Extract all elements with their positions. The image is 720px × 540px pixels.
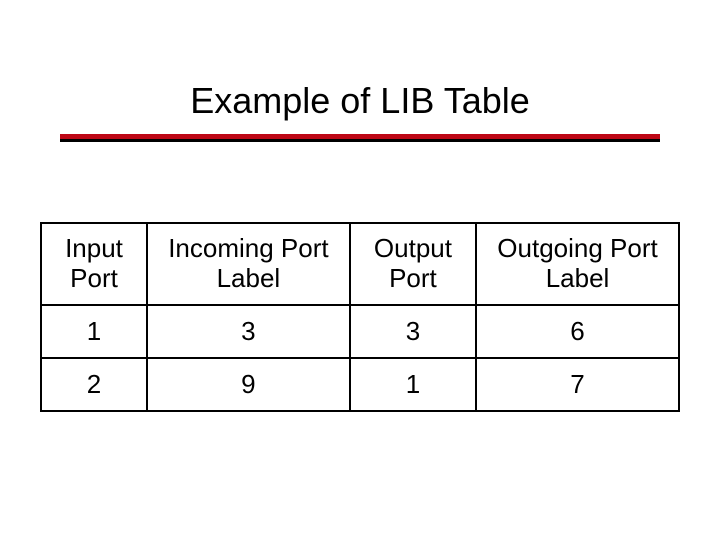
table-row: 1 3 3 6 bbox=[41, 305, 679, 358]
table-cell: 9 bbox=[147, 358, 350, 411]
table-cell: 3 bbox=[147, 305, 350, 358]
page-title: Example of LIB Table bbox=[0, 0, 720, 134]
table-cell: 6 bbox=[476, 305, 679, 358]
column-header: Incoming Port Label bbox=[147, 223, 350, 305]
title-underline bbox=[60, 134, 660, 142]
column-header: Outgoing Port Label bbox=[476, 223, 679, 305]
slide: Example of LIB Table Input Port Incoming… bbox=[0, 0, 720, 540]
column-header: Input Port bbox=[41, 223, 147, 305]
column-header: Output Port bbox=[350, 223, 476, 305]
table-cell: 1 bbox=[41, 305, 147, 358]
table-row: 2 9 1 7 bbox=[41, 358, 679, 411]
lib-table: Input Port Incoming Port Label Output Po… bbox=[40, 222, 680, 412]
lib-table-container: Input Port Incoming Port Label Output Po… bbox=[40, 222, 680, 412]
table-cell: 3 bbox=[350, 305, 476, 358]
table-cell: 2 bbox=[41, 358, 147, 411]
table-header-row: Input Port Incoming Port Label Output Po… bbox=[41, 223, 679, 305]
table-cell: 1 bbox=[350, 358, 476, 411]
table-cell: 7 bbox=[476, 358, 679, 411]
